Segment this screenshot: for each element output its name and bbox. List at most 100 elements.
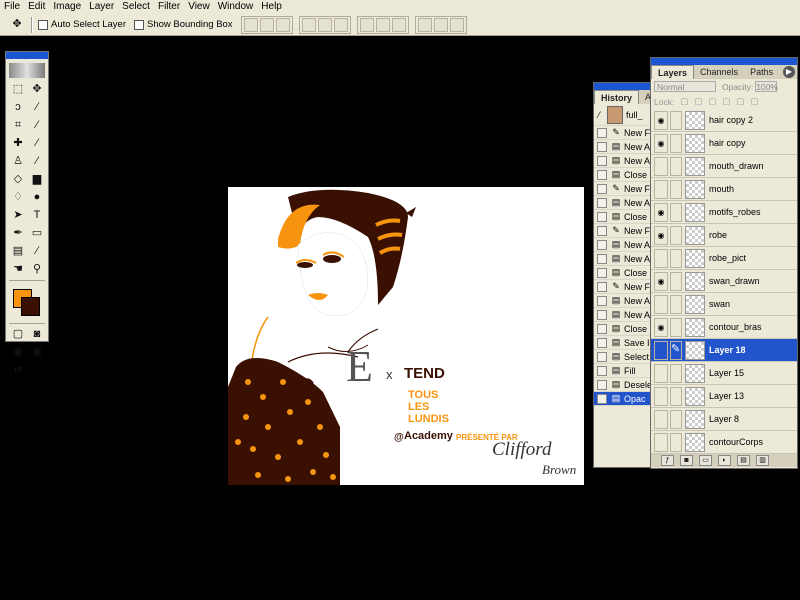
gradient-tool-icon[interactable]: ▆ [28, 171, 46, 188]
layer-row[interactable]: Layer 15 [651, 362, 797, 385]
history-item[interactable]: ✎ New F [594, 182, 652, 196]
history-source-checkbox[interactable] [597, 155, 607, 166]
align-top-icon[interactable] [243, 17, 258, 32]
history-source-checkbox[interactable] [597, 309, 607, 320]
history-source-checkbox[interactable] [597, 351, 607, 362]
blur-tool-icon[interactable]: ♢ [9, 189, 27, 206]
type-tool-icon[interactable]: T [28, 207, 46, 224]
layer-link-toggle[interactable] [670, 409, 682, 429]
layer-mask-icon[interactable]: ◙ [680, 455, 693, 466]
history-titlebar[interactable] [594, 83, 652, 90]
history-source-checkbox[interactable] [597, 239, 607, 250]
menu-window[interactable]: Window [214, 0, 258, 14]
crop-tool-icon[interactable]: ⌗ [9, 117, 27, 134]
history-item[interactable]: ▤ New A [594, 238, 652, 252]
visibility-eye-icon[interactable] [654, 363, 668, 383]
trash-icon[interactable]: ▥ [756, 455, 769, 466]
brush-tool-icon[interactable]: ⁄ [28, 135, 46, 152]
history-source-checkbox[interactable] [597, 141, 607, 152]
history-source-checkbox[interactable] [597, 379, 607, 390]
zoom-tool-icon[interactable]: ⚲ [28, 261, 46, 278]
hand-tool-icon[interactable]: ☚ [9, 261, 27, 278]
history-item[interactable]: ▤ Close [594, 168, 652, 182]
menu-help[interactable]: Help [257, 0, 286, 14]
distribute-right-icon[interactable] [449, 17, 464, 32]
full-screen-icon[interactable]: ▣ [28, 344, 46, 361]
layer-row[interactable]: mouth [651, 178, 797, 201]
menu-file[interactable]: File [0, 0, 24, 14]
history-source-checkbox[interactable] [597, 211, 607, 222]
align-bottom-icon[interactable] [275, 17, 290, 32]
notes-tool-icon[interactable]: ▤ [9, 243, 27, 260]
layer-row[interactable]: robe_pict [651, 247, 797, 270]
layer-link-toggle[interactable] [670, 202, 682, 222]
tab-paths[interactable]: Paths [744, 65, 779, 79]
auto-select-layer-checkbox[interactable] [38, 19, 48, 30]
history-source-checkbox[interactable] [597, 183, 607, 194]
layer-link-toggle[interactable] [670, 386, 682, 406]
history-source-checkbox[interactable] [597, 281, 607, 292]
visibility-eye-icon[interactable]: ◉ [654, 202, 668, 222]
align-vcenter-icon[interactable] [259, 17, 274, 32]
layer-link-toggle[interactable] [670, 363, 682, 383]
layer-link-toggle[interactable] [670, 225, 682, 245]
layer-row[interactable]: ◉ hair copy [651, 132, 797, 155]
menu-filter[interactable]: Filter [154, 0, 184, 14]
layer-link-toggle[interactable] [670, 133, 682, 153]
visibility-eye-icon[interactable] [654, 248, 668, 268]
history-item[interactable]: ▤ Close [594, 322, 652, 336]
history-source-checkbox[interactable] [597, 295, 607, 306]
history-item[interactable]: ▤ Opac [594, 392, 652, 406]
tab-history[interactable]: History [594, 90, 640, 104]
visibility-eye-icon[interactable] [654, 294, 668, 314]
background-color-swatch[interactable] [21, 297, 40, 316]
new-layer-icon[interactable]: ▤ [737, 455, 750, 466]
distribute-left-icon[interactable] [417, 17, 432, 32]
layer-link-toggle[interactable] [670, 110, 682, 130]
layer-row[interactable]: Layer 13 [651, 385, 797, 408]
layer-row[interactable]: ◉ contour_bras [651, 316, 797, 339]
align-left-icon[interactable] [301, 17, 316, 32]
history-source-checkbox[interactable] [597, 267, 607, 278]
jump-to-imageready-icon[interactable]: ⇄ [9, 362, 27, 379]
tab-layers[interactable]: Layers [651, 65, 695, 79]
history-item[interactable]: ▤ New A [594, 154, 652, 168]
menu-edit[interactable]: Edit [24, 0, 49, 14]
visibility-eye-icon[interactable] [654, 432, 668, 452]
align-right-icon[interactable] [333, 17, 348, 32]
magic-wand-tool-icon[interactable]: ⁄ [28, 99, 46, 116]
adjustment-layer-icon[interactable]: ◐ [718, 455, 731, 466]
menu-view[interactable]: View [184, 0, 214, 14]
history-source-checkbox[interactable] [597, 365, 607, 376]
history-item[interactable]: ✎ New F [594, 280, 652, 294]
history-item[interactable]: ▤ Save I [594, 336, 652, 350]
menu-select[interactable]: Select [118, 0, 154, 14]
history-item[interactable]: ▤ New A [594, 308, 652, 322]
layer-row[interactable]: mouth_drawn [651, 155, 797, 178]
layer-link-toggle[interactable] [670, 156, 682, 176]
history-source-checkbox[interactable] [597, 225, 607, 236]
history-item[interactable]: ▤ Close [594, 210, 652, 224]
visibility-eye-icon[interactable]: ◉ [654, 225, 668, 245]
history-item[interactable]: ▤ Select [594, 350, 652, 364]
layer-row[interactable]: Layer 8 [651, 408, 797, 431]
quick-mask-mode-icon[interactable]: ◙ [28, 326, 46, 343]
menu-image[interactable]: Image [49, 0, 85, 14]
app-logo-icon[interactable] [9, 63, 45, 78]
show-bounding-box-checkbox[interactable] [134, 19, 144, 30]
layer-link-toggle[interactable] [670, 294, 682, 314]
distribute-hcenter-icon[interactable] [433, 17, 448, 32]
history-source-checkbox[interactable] [597, 337, 607, 348]
layer-link-toggle[interactable] [670, 317, 682, 337]
eraser-tool-icon[interactable]: ◇ [9, 171, 27, 188]
path-selection-tool-icon[interactable]: ➤ [9, 207, 27, 224]
history-item[interactable]: ▤ Fill [594, 364, 652, 378]
layer-link-toggle[interactable] [670, 179, 682, 199]
blend-mode-select[interactable]: Normal [654, 81, 716, 92]
slice-tool-icon[interactable]: ⁄ [28, 117, 46, 134]
align-hcenter-icon[interactable] [317, 17, 332, 32]
layer-row[interactable]: ✎ Layer 18 [651, 339, 797, 362]
visibility-eye-icon[interactable] [654, 340, 668, 360]
layer-row[interactable]: ◉ hair copy 2 [651, 109, 797, 132]
healing-brush-tool-icon[interactable]: ✚ [9, 135, 27, 152]
